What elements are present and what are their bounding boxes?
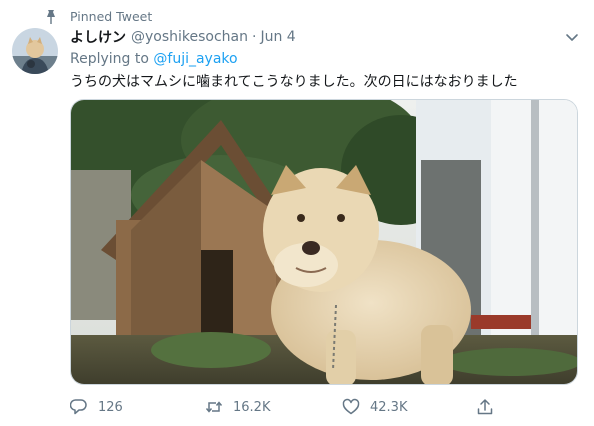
retweet-icon — [205, 401, 223, 413]
chevron-down-icon[interactable] — [564, 29, 580, 45]
pinned-label: Pinned Tweet — [70, 9, 153, 24]
reply-count: 126 — [98, 399, 123, 415]
tweet-text: うちの犬はマムシに噛まれてこうなりました。次の日にはなおりました — [70, 74, 518, 90]
tweet-header: よしけン @yoshikesochan · Jun 4 — [70, 27, 580, 47]
avatar[interactable] — [12, 28, 58, 74]
retweet-button[interactable]: 16.2K — [205, 396, 270, 418]
author-display-name[interactable]: よしけン — [70, 27, 126, 47]
tweet-photo[interactable] — [70, 99, 578, 385]
header-separator: · — [252, 29, 257, 45]
share-icon — [477, 399, 493, 415]
reply-button[interactable]: 126 — [70, 396, 123, 418]
reply-icon — [70, 399, 87, 415]
author-handle[interactable]: @yoshikesochan — [131, 29, 248, 45]
tweet-actions: 126 16.2K 42.3K — [70, 396, 500, 418]
reply-context: Replying to @fuji_ayako — [70, 51, 238, 67]
reply-mention-link[interactable]: @fuji_ayako — [153, 51, 237, 67]
heart-icon — [342, 398, 360, 415]
pin-icon — [47, 10, 55, 24]
like-count: 42.3K — [370, 399, 408, 415]
like-button[interactable]: 42.3K — [342, 396, 407, 418]
reply-prefix: Replying to — [70, 51, 149, 67]
tweet-date[interactable]: Jun 4 — [260, 29, 295, 45]
share-button[interactable] — [476, 396, 494, 418]
retweet-count: 16.2K — [233, 399, 271, 415]
